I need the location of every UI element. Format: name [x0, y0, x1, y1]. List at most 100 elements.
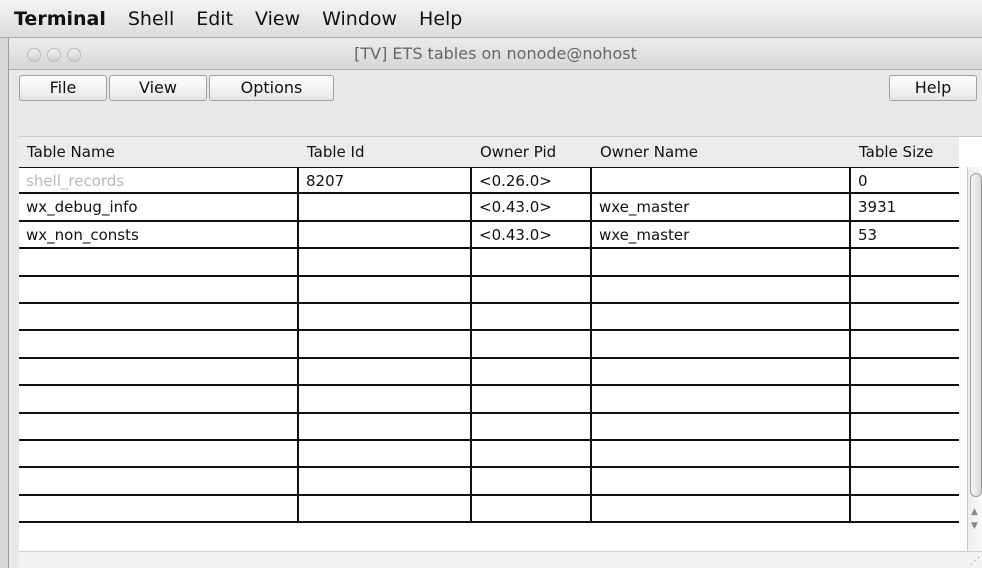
table-row[interactable]: wx_debug_info <0.43.0> wxe_master 3931: [19, 194, 959, 222]
cell-owner-pid[interactable]: <0.43.0>: [472, 194, 592, 220]
table-row[interactable]: shell_records 8207 <0.26.0> 0: [19, 167, 959, 195]
cell-owner-pid[interactable]: [472, 386, 592, 412]
cell-owner-name[interactable]: [592, 249, 851, 275]
cell-table-id[interactable]: 8207: [299, 168, 472, 193]
table-row[interactable]: [19, 413, 959, 441]
cell-table-id[interactable]: [299, 221, 472, 248]
cell-owner-name[interactable]: wxe_master: [592, 221, 851, 248]
scrollbar-thumb[interactable]: [970, 173, 982, 497]
table-row[interactable]: [19, 440, 959, 469]
menu-shell[interactable]: Shell: [128, 0, 174, 38]
cell-table-size[interactable]: [851, 496, 959, 521]
cell-table-name[interactable]: shell_records: [19, 168, 299, 193]
column-header-table-id[interactable]: Table Id: [299, 137, 365, 167]
window-titlebar[interactable]: [TV] ETS tables on nonode@nohost: [9, 38, 982, 70]
cell-table-size[interactable]: [851, 468, 959, 493]
cell-owner-name[interactable]: [592, 358, 851, 385]
table-row[interactable]: [19, 249, 959, 277]
menu-help[interactable]: Help: [419, 0, 462, 38]
file-button[interactable]: File: [19, 75, 107, 101]
cell-owner-pid[interactable]: [472, 440, 592, 467]
table-row[interactable]: [19, 468, 959, 496]
cell-table-size[interactable]: 53: [851, 222, 959, 247]
cell-table-size[interactable]: [851, 386, 959, 411]
cell-table-id[interactable]: [299, 358, 472, 385]
cell-table-size[interactable]: 3931: [851, 194, 959, 219]
cell-table-name[interactable]: [19, 276, 299, 302]
cell-owner-name[interactable]: [592, 303, 851, 330]
cell-table-id[interactable]: [299, 413, 472, 439]
menu-terminal[interactable]: Terminal: [14, 0, 106, 38]
cell-owner-name[interactable]: [592, 276, 851, 302]
cell-table-name[interactable]: [19, 358, 299, 385]
cell-owner-pid[interactable]: [472, 495, 592, 522]
menu-edit[interactable]: Edit: [196, 0, 233, 38]
cell-table-name[interactable]: wx_debug_info: [19, 194, 299, 220]
table-row[interactable]: wx_non_consts <0.43.0> wxe_master 53: [19, 221, 959, 250]
cell-table-id[interactable]: [299, 468, 472, 494]
cell-owner-pid[interactable]: [472, 276, 592, 302]
table-body: shell_records 8207 <0.26.0> 0 wx_debug_info <…: [19, 167, 959, 524]
cell-table-name[interactable]: [19, 386, 299, 412]
cell-owner-pid[interactable]: [472, 468, 592, 494]
cell-owner-name[interactable]: [592, 413, 851, 439]
cell-owner-name[interactable]: [592, 331, 851, 357]
cell-owner-pid[interactable]: [472, 249, 592, 275]
cell-table-size[interactable]: [851, 359, 959, 384]
table-row[interactable]: [19, 358, 959, 387]
menu-window[interactable]: Window: [322, 0, 397, 38]
cell-table-size[interactable]: [851, 249, 959, 274]
cell-owner-name[interactable]: [592, 386, 851, 412]
cell-table-id[interactable]: [299, 194, 472, 220]
cell-table-id[interactable]: [299, 249, 472, 275]
cell-table-name[interactable]: [19, 331, 299, 357]
cell-owner-pid[interactable]: [472, 413, 592, 439]
scroll-down-arrow-icon[interactable]: ▼: [971, 521, 978, 531]
cell-table-name[interactable]: [19, 440, 299, 467]
options-button[interactable]: Options: [209, 75, 334, 101]
column-header-owner-name[interactable]: Owner Name: [592, 137, 698, 167]
help-button[interactable]: Help: [889, 75, 977, 101]
cell-owner-name[interactable]: [592, 440, 851, 467]
cell-table-size[interactable]: [851, 441, 959, 466]
table-row[interactable]: [19, 276, 959, 304]
cell-table-size[interactable]: [851, 304, 959, 329]
table-row[interactable]: [19, 331, 959, 359]
cell-owner-name[interactable]: [592, 495, 851, 522]
table-row[interactable]: [19, 386, 959, 414]
cell-table-size[interactable]: [851, 277, 959, 302]
table-row[interactable]: [19, 495, 959, 524]
cell-table-size[interactable]: 0: [851, 168, 959, 192]
view-button[interactable]: View: [109, 75, 207, 101]
cell-table-size[interactable]: [851, 414, 959, 439]
resize-grip-icon[interactable]: ⋰: [970, 556, 980, 567]
column-header-table-name[interactable]: Table Name: [19, 137, 115, 167]
table-row[interactable]: [19, 303, 959, 332]
cell-table-id[interactable]: [299, 331, 472, 357]
cell-table-name[interactable]: [19, 249, 299, 275]
cell-table-name[interactable]: wx_non_consts: [19, 221, 299, 248]
cell-table-name[interactable]: [19, 495, 299, 522]
cell-table-id[interactable]: [299, 276, 472, 302]
cell-table-name[interactable]: [19, 413, 299, 439]
column-header-table-size[interactable]: Table Size: [851, 137, 933, 167]
column-header-owner-pid[interactable]: Owner Pid: [472, 137, 556, 167]
cell-table-size[interactable]: [851, 331, 959, 356]
cell-owner-pid[interactable]: [472, 303, 592, 330]
cell-owner-name[interactable]: [592, 168, 851, 193]
cell-owner-pid[interactable]: [472, 358, 592, 385]
cell-table-id[interactable]: [299, 386, 472, 412]
menu-view[interactable]: View: [255, 0, 300, 38]
vertical-scrollbar[interactable]: ▲ ▼: [967, 167, 982, 551]
cell-table-id[interactable]: [299, 303, 472, 330]
cell-table-id[interactable]: [299, 440, 472, 467]
cell-owner-pid[interactable]: <0.26.0>: [472, 168, 592, 193]
cell-owner-name[interactable]: wxe_master: [592, 194, 851, 220]
cell-table-id[interactable]: [299, 495, 472, 522]
cell-table-name[interactable]: [19, 468, 299, 494]
cell-owner-pid[interactable]: <0.43.0>: [472, 221, 592, 248]
cell-owner-name[interactable]: [592, 468, 851, 494]
scroll-up-arrow-icon[interactable]: ▲: [971, 507, 978, 517]
cell-owner-pid[interactable]: [472, 331, 592, 357]
cell-table-name[interactable]: [19, 303, 299, 330]
